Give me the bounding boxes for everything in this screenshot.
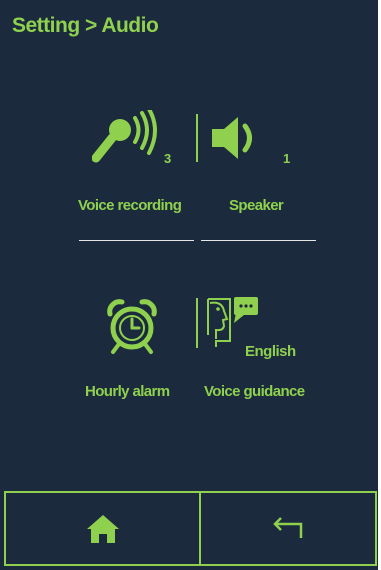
voice-recording-underline — [79, 240, 194, 241]
breadcrumb: Setting > Audio — [12, 14, 159, 37]
voice-guidance-icon — [207, 297, 258, 347]
voice-guidance-label: Voice guidance — [204, 383, 305, 400]
speaker-value: 1 — [283, 151, 291, 166]
speaker-icon — [212, 117, 252, 159]
voice-recording-label: Voice recording — [78, 197, 182, 214]
hourly-alarm-tile[interactable]: Hourly alarm — [80, 290, 195, 420]
microphone-icon — [92, 110, 157, 163]
alarm-clock-icon — [107, 299, 157, 354]
hourly-alarm-label: Hourly alarm — [85, 383, 170, 400]
voice-recording-value: 3 — [164, 151, 172, 166]
speaker-label: Speaker — [229, 197, 284, 214]
voice-recording-tile[interactable]: 3 Voice recording — [70, 100, 195, 250]
back-arrow-icon — [273, 516, 303, 538]
speaker-tile[interactable]: 1 Speaker — [200, 100, 320, 250]
audio-settings-screen: Setting > Audio 3 Voice recording 1 Spea… — [0, 0, 381, 570]
bottom-nav-bar — [4, 491, 377, 566]
back-button[interactable] — [201, 493, 375, 564]
top-row-divider — [196, 114, 198, 162]
speaker-underline — [201, 240, 316, 241]
home-button[interactable] — [6, 493, 199, 564]
bottom-row-divider — [196, 298, 198, 348]
voice-guidance-tile[interactable]: English Voice guidance — [200, 290, 325, 420]
home-icon — [86, 514, 119, 543]
voice-guidance-value: English — [245, 343, 296, 360]
